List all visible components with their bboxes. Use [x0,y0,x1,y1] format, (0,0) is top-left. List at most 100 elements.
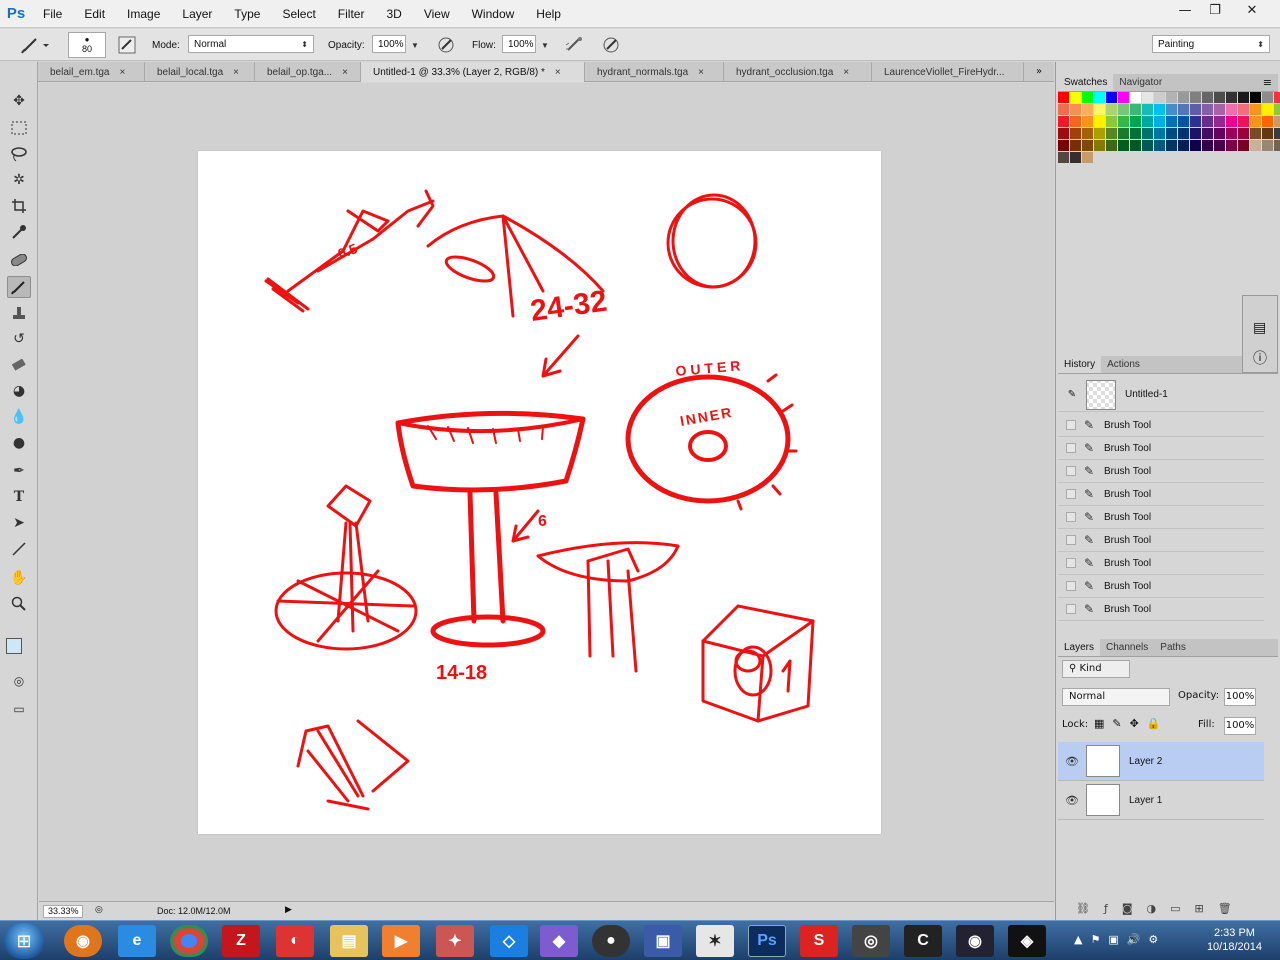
menu-filter[interactable]: Filter [327,0,376,28]
layer-row-layer-1[interactable]: 👁 Layer 1 [1058,781,1264,820]
color-swatch[interactable] [1106,140,1117,151]
color-swatch[interactable] [1166,140,1177,151]
color-swatch[interactable] [1178,92,1189,103]
tab-layers[interactable]: Layers [1058,639,1101,656]
color-swatch[interactable] [1094,128,1105,139]
zoom-tool-icon[interactable] [7,593,31,615]
color-swatch[interactable] [1058,128,1069,139]
color-swatch[interactable] [1130,128,1141,139]
media-player-icon[interactable]: ▶ [382,925,420,957]
color-swatch[interactable] [1118,116,1129,127]
color-swatch[interactable] [1214,92,1225,103]
color-swatch[interactable] [1058,152,1069,163]
color-swatch[interactable] [1106,104,1117,115]
app-icon[interactable]: ◉ [956,925,994,957]
system-clock[interactable]: 2:33 PM 10/18/2014 [1207,926,1262,954]
opacity-input[interactable]: 100% [372,35,406,53]
color-swatch[interactable] [1082,104,1093,115]
color-swatch[interactable] [1070,128,1081,139]
eye-icon[interactable]: 👁 [1058,755,1086,768]
foreground-color-swatch[interactable] [6,638,22,654]
layer-row-layer-2[interactable]: 👁 Layer 2 [1058,742,1264,781]
color-swatch[interactable] [1190,92,1201,103]
color-swatch[interactable] [1214,116,1225,127]
path-selection-tool-icon[interactable]: ➤ [7,512,31,534]
history-checkbox[interactable] [1066,420,1076,430]
color-swatch[interactable] [1166,116,1177,127]
color-swatch[interactable] [1142,128,1153,139]
app-icon[interactable]: ◎ [852,925,890,957]
opacity-dropdown-icon[interactable]: ▼ [408,35,419,55]
color-swatch[interactable] [1214,140,1225,151]
color-swatch[interactable] [1082,128,1093,139]
color-swatch[interactable] [1274,92,1280,103]
color-swatch[interactable] [1094,92,1105,103]
history-state[interactable]: ✎ Brush Tool [1058,414,1264,437]
color-swatch[interactable] [1238,92,1249,103]
color-swatch[interactable] [1070,116,1081,127]
clone-stamp-tool-icon[interactable] [7,302,31,324]
workspace-switcher[interactable]: Painting ⬍ [1152,35,1270,53]
history-checkbox[interactable] [1066,512,1076,522]
marquee-tool-icon[interactable] [7,117,31,139]
screen-mode-icon[interactable]: ▭ [7,698,31,720]
airbrush-icon[interactable] [564,35,586,55]
tab-swatches[interactable]: Swatches [1058,74,1114,91]
color-swatch[interactable] [1130,104,1141,115]
lock-icons[interactable]: ▦✎✥🔒 [1094,717,1169,730]
pressure-opacity-icon[interactable] [436,35,456,55]
color-swatch[interactable] [1058,104,1069,115]
menu-type[interactable]: Type [223,0,271,28]
color-swatch[interactable] [1262,116,1273,127]
color-swatch[interactable] [1142,116,1153,127]
color-swatch[interactable] [1118,92,1129,103]
photoshop-taskbar-icon[interactable]: Ps [748,925,786,957]
hand-tool-icon[interactable]: ✋ [7,567,31,589]
color-swatch[interactable] [1214,104,1225,115]
history-state[interactable]: ✎ Brush Tool [1058,598,1264,621]
flow-dropdown-icon[interactable]: ▼ [538,35,549,55]
properties-icon[interactable]: ▤ [1253,320,1266,336]
color-swatch[interactable] [1178,104,1189,115]
paint-bucket-tool-icon[interactable]: ◕ [7,380,31,402]
color-swatch[interactable] [1274,116,1280,127]
mode-select[interactable]: Normal ⬍ [188,35,314,53]
color-swatch[interactable] [1190,116,1201,127]
color-swatch[interactable] [1190,140,1201,151]
color-swatch[interactable] [1106,92,1117,103]
color-swatch[interactable] [1202,116,1213,127]
color-swatch[interactable] [1154,104,1165,115]
app-icon[interactable]: ▣ [644,925,682,957]
color-swatch[interactable] [1250,92,1261,103]
document-tab[interactable]: belail_em.tga × [38,62,145,82]
status-menu-arrow-icon[interactable]: ▶ [285,904,292,915]
color-swatch[interactable] [1118,128,1129,139]
color-swatch[interactable] [1082,116,1093,127]
color-swatch[interactable] [1250,116,1261,127]
zbrush-icon[interactable]: ✶ [696,925,734,957]
menu-image[interactable]: Image [116,0,171,28]
dropbox-icon[interactable]: ◇ [490,925,528,957]
status-info-icon[interactable]: ◎ [95,904,103,915]
color-swatch[interactable] [1106,116,1117,127]
color-swatch[interactable] [1070,104,1081,115]
fill-input[interactable]: 100% [1224,717,1256,735]
close-icon[interactable]: × [119,67,125,78]
color-swatch[interactable] [1142,92,1153,103]
color-swatch[interactable] [1214,128,1225,139]
tab-paths[interactable]: Paths [1154,639,1192,656]
document-tab-active[interactable]: Untitled-1 @ 33.3% (Layer 2, RGB/8) * × [361,62,585,82]
color-swatch[interactable] [1070,92,1081,103]
eraser-tool-icon[interactable] [7,354,31,376]
menu-help[interactable]: Help [525,0,572,28]
color-swatch[interactable] [1226,140,1237,151]
app-icon[interactable]: ● [592,925,630,957]
layer-actions-bar[interactable]: ⛓ƒ◙◑▭⊞🗑 [1076,902,1246,915]
color-swatch[interactable] [1238,104,1249,115]
color-swatch[interactable] [1130,140,1141,151]
dodge-tool-icon[interactable]: ● [7,432,31,454]
history-state[interactable]: ✎ Brush Tool [1058,437,1264,460]
app-icon[interactable]: ◆ [540,925,578,957]
document-canvas[interactable]: 24-32 OUTER INNER 6 14-18 0.5 [198,151,881,834]
line-tool-icon[interactable] [7,538,31,560]
